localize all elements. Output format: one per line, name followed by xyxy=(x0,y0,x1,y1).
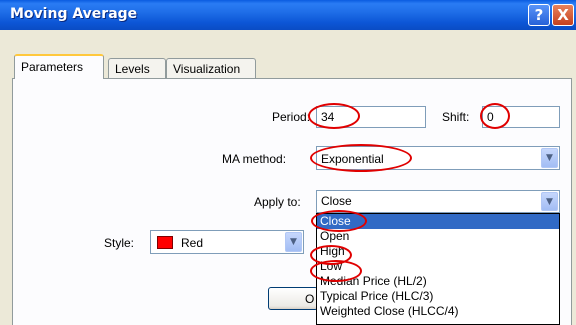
ok-button-label: O xyxy=(305,292,315,306)
tab-parameters[interactable]: Parameters xyxy=(14,54,104,79)
style-color-name: Red xyxy=(181,236,204,250)
apply-to-label: Apply to: xyxy=(254,195,301,209)
color-swatch xyxy=(157,236,173,249)
tab-visualization[interactable]: Visualization xyxy=(166,58,256,78)
chevron-down-icon[interactable]: ▼ xyxy=(285,232,302,252)
apply-to-value: Close xyxy=(321,194,352,208)
help-icon: ? xyxy=(534,6,544,24)
period-label: Period: xyxy=(272,110,311,124)
help-button[interactable]: ? xyxy=(528,4,550,26)
apply-option-typical[interactable]: Typical Price (HLC/3) xyxy=(317,289,559,304)
ma-method-select[interactable]: Exponential ▼ xyxy=(316,146,560,170)
apply-option-median[interactable]: Median Price (HL/2) xyxy=(317,274,559,289)
ma-method-value: Exponential xyxy=(321,152,384,166)
shift-input[interactable]: 0 xyxy=(482,106,560,128)
chevron-down-icon[interactable]: ▼ xyxy=(541,192,558,211)
close-button[interactable]: X xyxy=(552,4,574,26)
apply-option-close[interactable]: Close xyxy=(317,214,559,229)
ok-button[interactable]: O xyxy=(268,287,318,310)
shift-label: Shift: xyxy=(442,110,470,124)
tab-levels[interactable]: Levels xyxy=(108,58,166,78)
apply-option-high[interactable]: High xyxy=(317,244,559,259)
moving-average-dialog: Moving Average ? X Parameters Levels Vis… xyxy=(0,0,576,325)
ma-method-label: MA method: xyxy=(222,152,287,166)
title-bar[interactable]: Moving Average ? X xyxy=(0,0,576,30)
chevron-down-icon[interactable]: ▼ xyxy=(541,148,558,168)
style-label: Style: xyxy=(104,236,135,250)
apply-option-weighted[interactable]: Weighted Close (HLCC/4) xyxy=(317,304,559,319)
apply-to-dropdown-list[interactable]: Close Open High Low Median Price (HL/2) … xyxy=(316,213,560,325)
apply-to-select[interactable]: Close ▼ xyxy=(316,190,560,213)
apply-option-low[interactable]: Low xyxy=(317,259,559,274)
window-title: Moving Average xyxy=(10,6,138,22)
shift-value: 0 xyxy=(487,110,494,124)
style-color-select[interactable]: Red ▼ xyxy=(150,230,304,254)
apply-option-open[interactable]: Open xyxy=(317,229,559,244)
period-input[interactable]: 34 xyxy=(316,106,426,128)
period-value: 34 xyxy=(321,110,335,124)
close-icon: X xyxy=(557,6,569,24)
